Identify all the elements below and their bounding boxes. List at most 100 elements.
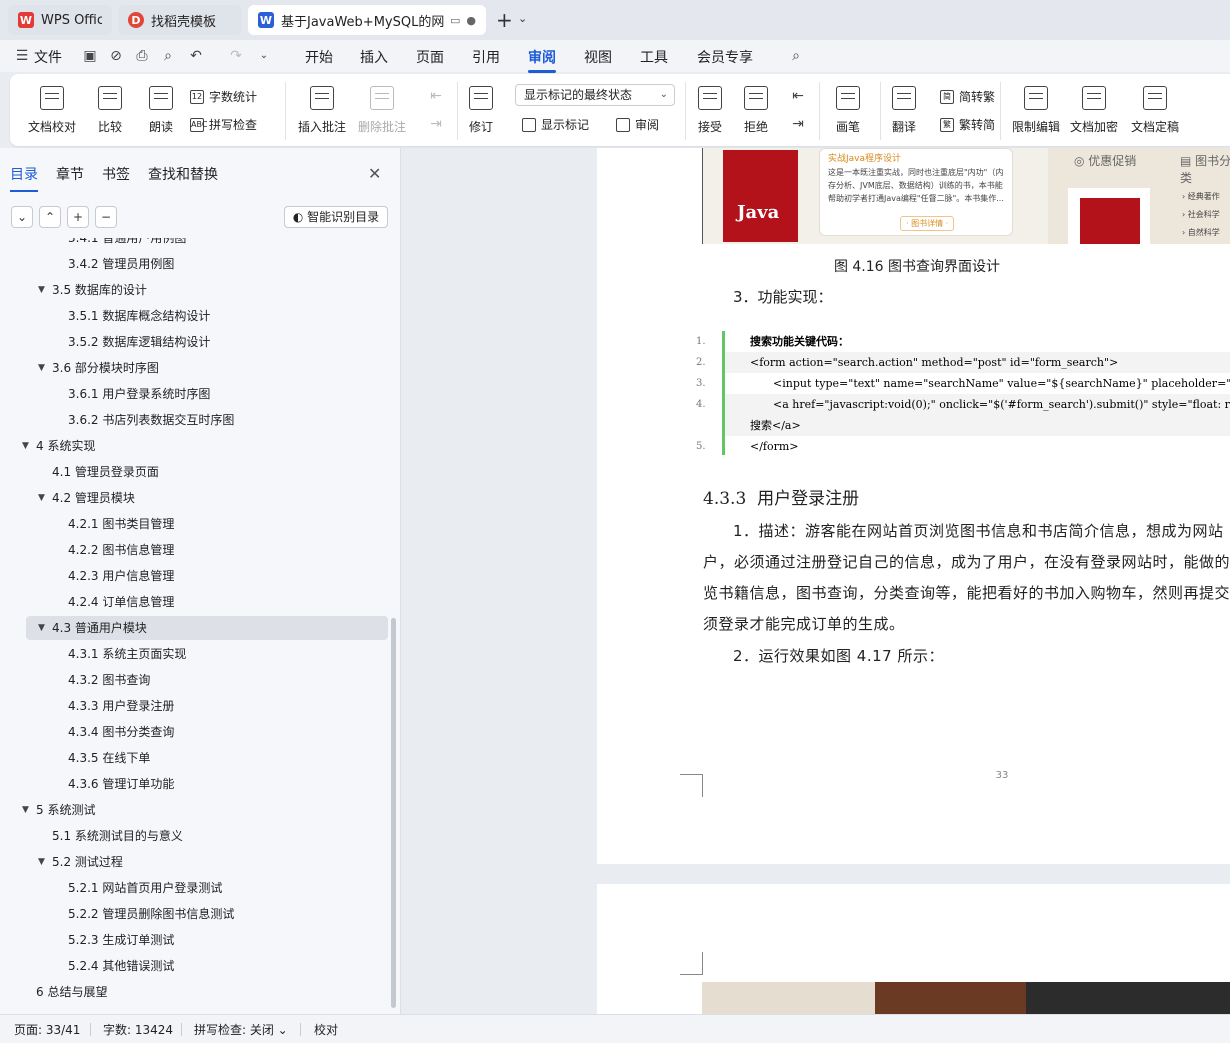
expand-arrow-icon[interactable]: ▼ — [22, 798, 29, 822]
nav-scrollbar[interactable] — [391, 618, 396, 1008]
tab-template[interactable]: D 找稻壳模板 — [118, 5, 242, 35]
show-markup-button[interactable]: 显示标记 — [522, 116, 589, 133]
collapse-minus-button[interactable]: − — [95, 206, 117, 228]
toc-item[interactable]: 4.2.3 用户信息管理 — [26, 564, 388, 588]
reject-button[interactable]: 拒绝 — [744, 86, 768, 135]
revise-button[interactable]: 修订 — [469, 86, 493, 135]
toc-item[interactable]: ▼ 5 系统测试 — [22, 798, 388, 822]
toc-item[interactable]: ▼ 4.3 普通用户模块 — [26, 616, 388, 640]
toc-item[interactable]: ▼ 4.2 管理员模块 — [26, 486, 388, 510]
word-count-button[interactable]: 12 字数统计 — [190, 88, 257, 105]
to-simplified-button[interactable]: 繁 繁转简 — [940, 116, 995, 133]
toc-item[interactable]: ▼ 3.6 部分模块时序图 — [26, 356, 388, 380]
proofread-button[interactable]: 校对 — [314, 1021, 338, 1038]
menu-tools[interactable]: 工具 — [640, 47, 668, 67]
spell-check-button[interactable]: ABC 拼写检查 — [190, 116, 257, 133]
toc-item[interactable]: 5.2.3 生成订单测试 — [26, 928, 388, 952]
translate-button[interactable]: 翻译 — [892, 86, 916, 135]
toc-item[interactable]: 4.3.3 用户登录注册 — [26, 694, 388, 718]
menu-start[interactable]: 开始 — [305, 47, 333, 67]
collapse-down-button[interactable]: ⌄ — [11, 206, 33, 228]
menu-reference[interactable]: 引用 — [472, 47, 500, 67]
doc-check-button[interactable]: 文档校对 — [28, 86, 76, 135]
expand-arrow-icon[interactable]: ▼ — [38, 616, 45, 640]
expand-arrow-icon[interactable]: ▼ — [38, 850, 45, 874]
print-icon[interactable]: ⎙ — [134, 48, 150, 64]
ink-button[interactable]: 画笔 — [836, 86, 860, 135]
word-count-indicator[interactable]: 字数: 13424 — [103, 1021, 173, 1038]
to-traditional-button[interactable]: 简 简转繁 — [940, 88, 995, 105]
toc-item[interactable]: 4.3.5 在线下单 — [26, 746, 388, 770]
toc-item[interactable]: 5.2.4 其他错误测试 — [26, 954, 388, 978]
previous-change-icon[interactable]: ⇤ — [790, 88, 806, 104]
page-indicator[interactable]: 页面: 33/41 — [14, 1021, 80, 1038]
toc-item[interactable]: 4.1 管理员登录页面 — [26, 460, 388, 484]
smart-toc-button[interactable]: ◐ 智能识别目录 — [284, 206, 388, 228]
unsaved-dot-icon[interactable]: ● — [466, 14, 476, 27]
collapse-up-button[interactable]: ⌃ — [39, 206, 61, 228]
link-icon[interactable]: ⊘ — [108, 48, 124, 64]
toc-item[interactable]: 5.2.1 网站首页用户登录测试 — [26, 876, 388, 900]
review-pane-button[interactable]: 审阅 — [616, 116, 659, 133]
toc-item[interactable]: 4.3.6 管理订单功能 — [26, 772, 388, 796]
expand-arrow-icon[interactable]: ▼ — [38, 486, 45, 510]
next-comment-icon[interactable]: ⇥ — [428, 116, 444, 132]
markup-state-select[interactable]: 显示标记的最终状态 ⌄ — [515, 84, 675, 106]
menu-page[interactable]: 页面 — [416, 47, 444, 67]
delete-comment-button[interactable]: 删除批注 — [358, 86, 406, 135]
nav-tab-chapter[interactable]: 章节 — [56, 164, 84, 184]
nav-tab-toc[interactable]: 目录 — [10, 164, 38, 192]
toc-item[interactable]: ▼ 4 系统实现 — [22, 434, 388, 458]
expand-arrow-icon[interactable]: ▼ — [38, 278, 45, 302]
document-page[interactable]: Java 实战Java程序设计 这是一本既注重实战，同时也注重底层"内功"（内存… — [597, 148, 1230, 864]
toc-item[interactable]: 3.5.2 数据库逻辑结构设计 — [26, 330, 388, 354]
close-icon[interactable]: ✕ — [368, 164, 381, 183]
redo-icon[interactable]: ↷ — [228, 48, 244, 64]
spell-check-toggle[interactable]: 拼写检查: 关闭 ⌄ — [194, 1021, 288, 1038]
toc-item[interactable]: 4.2.4 订单信息管理 — [26, 590, 388, 614]
quick-access-chevron-icon[interactable]: ⌄ — [256, 48, 272, 64]
document-page[interactable] — [597, 884, 1230, 1014]
finalize-button[interactable]: 文档定稿 — [1131, 86, 1179, 135]
nav-tab-bookmark[interactable]: 书签 — [102, 164, 130, 184]
save-icon[interactable]: ▣ — [82, 48, 98, 64]
menu-member[interactable]: 会员专享 — [697, 47, 753, 67]
menu-view[interactable]: 视图 — [584, 47, 612, 67]
toc-item[interactable]: 6 总结与展望 — [26, 980, 388, 1004]
tab-list-chevron-icon[interactable]: ⌄ — [518, 12, 527, 25]
toc-item[interactable]: 3.6.1 用户登录系统时序图 — [26, 382, 388, 406]
toc-item[interactable]: 3.4.1 普通用户用例图 — [26, 238, 388, 250]
print-preview-icon[interactable]: ⌕ — [160, 48, 176, 64]
menu-insert[interactable]: 插入 — [360, 47, 388, 67]
toc-item[interactable]: 4.3.4 图书分类查询 — [26, 720, 388, 744]
hamburger-menu-icon[interactable]: ☰ — [14, 48, 30, 64]
menu-review[interactable]: 审阅 — [528, 47, 556, 73]
tab-wps-office[interactable]: W WPS Office — [8, 5, 112, 35]
toc-item[interactable]: 4.2.2 图书信息管理 — [26, 538, 388, 562]
toc-item[interactable]: 3.5.1 数据库概念结构设计 — [26, 304, 388, 328]
accept-button[interactable]: 接受 — [698, 86, 722, 135]
compare-button[interactable]: 比较 — [98, 86, 122, 135]
previous-comment-icon[interactable]: ⇤ — [428, 88, 444, 104]
toc-item[interactable]: ▼ 3.5 数据库的设计 — [26, 278, 388, 302]
expand-arrow-icon[interactable]: ▼ — [38, 356, 45, 380]
encrypt-button[interactable]: 文档加密 — [1070, 86, 1118, 135]
new-tab-plus-icon[interactable]: + — [496, 8, 513, 32]
insert-comment-button[interactable]: 插入批注 — [298, 86, 346, 135]
toc-item[interactable]: 5.2.2 管理员删除图书信息测试 — [26, 902, 388, 926]
tab-document[interactable]: W 基于JavaWeb+MySQL的网上 ▭ ● — [248, 5, 486, 35]
nav-tab-find-replace[interactable]: 查找和替换 — [148, 164, 218, 184]
toc-item[interactable]: ▼ 5.2 测试过程 — [26, 850, 388, 874]
search-icon[interactable]: ⌕ — [788, 48, 804, 64]
expand-arrow-icon[interactable]: ▼ — [22, 434, 29, 458]
read-aloud-button[interactable]: 朗读 — [149, 86, 173, 135]
toc-item[interactable]: 3.4.2 管理员用例图 — [26, 252, 388, 276]
restrict-edit-button[interactable]: 限制编辑 — [1012, 86, 1060, 135]
toc-item[interactable]: 3.6.2 书店列表数据交互时序图 — [26, 408, 388, 432]
next-change-icon[interactable]: ⇥ — [790, 116, 806, 132]
toc-item[interactable]: 4.3.2 图书查询 — [26, 668, 388, 692]
expand-plus-button[interactable]: + — [67, 206, 89, 228]
toc-item[interactable]: 4.2.1 图书类目管理 — [26, 512, 388, 536]
toc-item[interactable]: 4.3.1 系统主页面实现 — [26, 642, 388, 666]
undo-icon[interactable]: ↶ — [188, 48, 204, 64]
